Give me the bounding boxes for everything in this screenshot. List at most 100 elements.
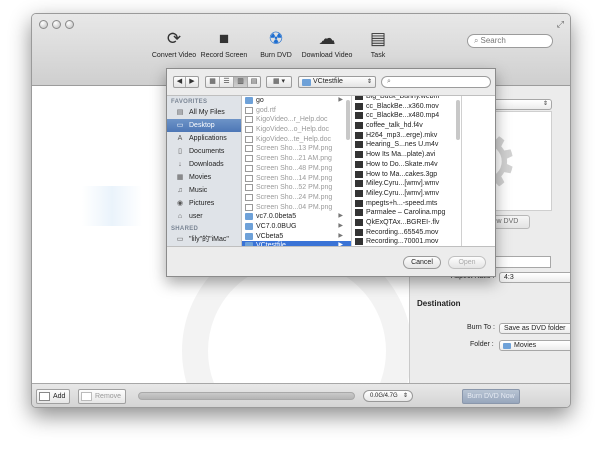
file-name: Screen Sho...48 PM.png xyxy=(256,164,333,172)
coverflow-view-button[interactable]: ▤ xyxy=(248,77,260,87)
file-name: Screen Sho...52 PM.png xyxy=(256,184,333,192)
documents-icon: ▯ xyxy=(178,148,182,155)
column-vctestfile[interactable]: Big_Buck_Bunny.webm cc_BlackBe...x360.mov… xyxy=(352,96,462,246)
list-item[interactable]: Screen Sho...14 PM.png xyxy=(242,174,351,184)
list-item[interactable]: mpegts+h...-speed.mts xyxy=(352,199,461,209)
document-icon xyxy=(245,106,253,114)
list-item[interactable]: Screen Sho...24 PM.png xyxy=(242,193,351,203)
list-item[interactable]: Screen Sho...48 PM.png xyxy=(242,164,351,174)
list-item[interactable]: How Its Ma...plate).avi xyxy=(352,150,461,160)
folder-icon xyxy=(245,232,253,240)
sidebar-item-fav-1[interactable]: ▭ Desktop xyxy=(167,119,241,132)
list-item[interactable]: How to Ma...cakes.3gp xyxy=(352,170,461,180)
list-item[interactable]: coffee_talk_hd.f4v xyxy=(352,121,461,131)
video-file-icon xyxy=(355,112,363,120)
zoom-window-button[interactable] xyxy=(65,20,74,29)
sidebar-item-fav-2[interactable]: A Applications xyxy=(167,132,241,145)
list-item[interactable]: go ▶ xyxy=(242,96,351,106)
clipboard-icon: ▤ xyxy=(369,29,387,48)
burn-to-select[interactable]: Save as DVD folder⇕ xyxy=(499,323,570,334)
list-item[interactable]: QkExQTAx...BGREI-.flv xyxy=(352,218,461,228)
file-name: VCbeta5 xyxy=(256,232,284,240)
folder-icon xyxy=(245,222,253,230)
scrollbar[interactable] xyxy=(456,100,460,140)
list-item[interactable]: KigoVideo...r_Help.doc xyxy=(242,115,351,125)
sidebar-item-label: Music xyxy=(189,187,208,194)
icon-view-button[interactable]: ▦ xyxy=(206,77,220,87)
sidebar-item-shared-0[interactable]: ▭ "lily"的"iMac" xyxy=(167,233,241,246)
list-item[interactable]: Recording...70001.mov xyxy=(352,237,461,246)
list-item[interactable]: Recording...65545.mov xyxy=(352,228,461,238)
cancel-button[interactable]: Cancel xyxy=(403,256,441,269)
list-item[interactable]: Screen Sho...13 PM.png xyxy=(242,144,351,154)
sidebar-item-fav-4[interactable]: ↓ Downloads xyxy=(167,158,241,171)
add-button[interactable]: Add xyxy=(36,389,71,404)
toolbar-task[interactable]: ▤ Task xyxy=(346,28,410,59)
sidebar-item-fav-6[interactable]: ♫ Music xyxy=(167,184,241,197)
disc-usage-bar xyxy=(138,392,355,400)
bottom-bar: Add Remove 0.0G/4.7G ⇕ Burn DVD Now xyxy=(32,383,570,407)
video-file-icon xyxy=(355,102,363,110)
sidebar-item-fav-8[interactable]: ⌂ user xyxy=(167,210,241,223)
file-name: QkExQTAx...BGREI-.flv xyxy=(366,218,440,226)
list-item[interactable]: KigoVideo...te_Help.doc xyxy=(242,135,351,145)
close-window-button[interactable] xyxy=(39,20,48,29)
downloads-icon: ↓ xyxy=(178,161,182,168)
remove-button[interactable]: Remove xyxy=(78,389,127,404)
video-file-icon xyxy=(355,228,363,236)
list-item[interactable]: How to Do...Skate.m4v xyxy=(352,160,461,170)
list-item[interactable]: H264_mp3...erge).mkv xyxy=(352,131,461,141)
list-item[interactable]: vc7.0.0beta5 ▶ xyxy=(242,212,351,222)
list-item[interactable]: VC7.0.0BUG ▶ xyxy=(242,222,351,232)
list-item[interactable]: VCbeta5 ▶ xyxy=(242,232,351,242)
scrollbar[interactable] xyxy=(346,100,350,140)
search-input[interactable]: ⌕ Search xyxy=(467,34,553,48)
favorites-header: FAVORITES xyxy=(171,99,208,105)
sidebar-item-fav-7[interactable]: ◉ Pictures xyxy=(167,197,241,210)
sidebar-item-label: All My Files xyxy=(189,109,225,116)
remove-file-icon xyxy=(81,391,92,401)
sidebar-item-fav-0[interactable]: ▤ All My Files xyxy=(167,106,241,119)
fullscreen-icon[interactable]: ⤢ xyxy=(557,19,564,30)
list-item[interactable]: Screen Sho...52 PM.png xyxy=(242,183,351,193)
list-item[interactable]: Miley.Cyru...[wmv].wmv xyxy=(352,179,461,189)
sidebar-item-fav-3[interactable]: ▯ Documents xyxy=(167,145,241,158)
dialog-search-input[interactable]: ⌕ xyxy=(381,76,491,88)
open-button[interactable]: Open xyxy=(448,256,486,269)
document-icon xyxy=(245,184,253,192)
list-item[interactable]: cc_BlackBe...x360.mov xyxy=(352,102,461,112)
aspect-ratio-select[interactable]: 4:3⇕ xyxy=(499,272,570,283)
list-item[interactable]: cc_BlackBe...x480.mp4 xyxy=(352,111,461,121)
column-desktop[interactable]: go ▶ god.rtf KigoVideo...r_Help.doc KigoVide… xyxy=(242,96,352,246)
video-file-icon xyxy=(355,131,363,139)
disc-capacity-select[interactable]: 0.0G/4.7G ⇕ xyxy=(363,390,413,402)
menu-template-select[interactable]: ⇕ xyxy=(487,99,552,110)
list-item[interactable]: god.rtf xyxy=(242,106,351,116)
file-name: Big_Buck_Bunny.webm xyxy=(366,96,440,100)
sidebar-item-fav-5[interactable]: ▦ Movies xyxy=(167,171,241,184)
file-name: KigoVideo...r_Help.doc xyxy=(256,116,328,124)
list-item[interactable]: Miley.Cyru...[wmv].wmv xyxy=(352,189,461,199)
folder-select[interactable]: Movies⇕ xyxy=(499,340,570,351)
file-name: H264_mp3...erge).mkv xyxy=(366,131,438,139)
location-popup[interactable]: VCtestfile ⇕ xyxy=(298,76,376,88)
column-view-button[interactable]: ▥ xyxy=(234,77,248,87)
list-item[interactable]: KigoVideo...o_Help.doc xyxy=(242,125,351,135)
arrange-button[interactable]: ▦ ▾ xyxy=(266,76,292,88)
burn-dvd-now-button[interactable]: Burn DVD Now xyxy=(462,389,520,404)
file-name: Miley.Cyru...[wmv].wmv xyxy=(366,189,439,197)
list-item[interactable]: Screen Sho...21 AM.png xyxy=(242,154,351,164)
list-view-button[interactable]: ☰ xyxy=(220,77,234,87)
video-file-icon xyxy=(355,122,363,130)
back-button[interactable]: ◀ xyxy=(174,77,186,87)
file-name: Screen Sho...24 PM.png xyxy=(256,193,333,201)
minimize-window-button[interactable] xyxy=(52,20,61,29)
list-item[interactable]: Parmalee – Carolina.mpg xyxy=(352,208,461,218)
list-item[interactable]: VCtestfile ▶ xyxy=(242,241,351,246)
list-item[interactable]: Hearing_S...nes U.m4v xyxy=(352,140,461,150)
column-empty[interactable] xyxy=(462,96,495,246)
shared-header: SHARED xyxy=(171,226,199,232)
list-item[interactable]: Screen Sho...04 PM.png xyxy=(242,203,351,213)
sidebar-item-label: Documents xyxy=(189,148,225,155)
forward-button[interactable]: ▶ xyxy=(186,77,198,87)
